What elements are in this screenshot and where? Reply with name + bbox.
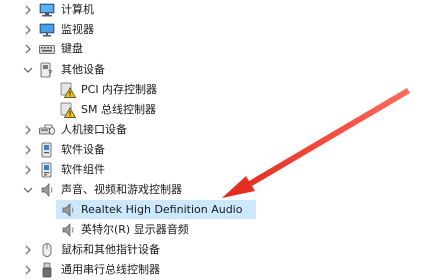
tree-item-label: 键盘 <box>61 42 83 55</box>
hid-icon <box>39 124 55 135</box>
tree-item-pci-memory-controller[interactable]: PCI 内存控制器 <box>0 80 432 100</box>
tree-item-label: Realtek High Definition Audio <box>81 203 243 216</box>
chevron-right-icon[interactable] <box>23 165 33 175</box>
chevron-right-icon[interactable] <box>23 245 33 255</box>
software-device-icon <box>41 142 52 158</box>
speaker-icon <box>62 203 74 217</box>
speaker-icon <box>41 183 53 197</box>
usb-icon <box>42 262 52 278</box>
keyboard-icon <box>39 45 55 54</box>
chevron-down-icon[interactable] <box>23 185 33 195</box>
tree-item-usb-controllers[interactable]: 通用串行总线控制器 <box>0 260 432 280</box>
tree-item-other-devices[interactable]: ? 其他设备 <box>0 60 432 80</box>
chevron-right-icon[interactable] <box>23 265 33 275</box>
tree-item-label: PCI 内存控制器 <box>81 83 158 96</box>
tree-item-software-devices[interactable]: 软件设备 <box>0 140 432 160</box>
tree-item-label: 鼠标和其他指针设备 <box>61 243 160 256</box>
monitor-icon <box>39 23 55 37</box>
unknown-device-icon: ? <box>40 62 52 78</box>
tree-item-computer[interactable]: 计算机 <box>0 0 432 20</box>
tree-item-sound-video-game[interactable]: 声音、视频和游戏控制器 <box>0 180 432 200</box>
tree-item-label: 软件设备 <box>61 143 105 156</box>
tree-item-software-components[interactable]: 软件组件 <box>0 160 432 180</box>
tree-item-label: 声音、视频和游戏控制器 <box>61 183 182 196</box>
tree-item-keyboard[interactable]: 键盘 <box>0 39 432 59</box>
tree-item-monitor[interactable]: 监视器 <box>0 20 432 40</box>
warning-device-icon <box>60 82 76 98</box>
tree-item-label: 人机接口设备 <box>61 123 127 136</box>
chevron-right-icon[interactable] <box>23 145 33 155</box>
software-component-icon <box>41 162 52 178</box>
tree-item-label: 软件组件 <box>61 163 105 176</box>
chevron-right-icon[interactable] <box>23 25 33 35</box>
tree-item-label: 监视器 <box>61 23 94 36</box>
tree-item-label: 英特尔(R) 显示器音频 <box>81 223 189 236</box>
chevron-right-icon[interactable] <box>23 125 33 135</box>
tree-item-label: 通用串行总线控制器 <box>61 263 160 276</box>
chevron-right-icon[interactable] <box>23 5 33 15</box>
tree-item-label: SM 总线控制器 <box>81 103 156 116</box>
computer-icon <box>39 3 55 17</box>
tree-item-realtek-audio[interactable]: Realtek High Definition Audio <box>0 200 432 220</box>
speaker-icon <box>62 223 74 237</box>
warning-device-icon <box>60 102 76 118</box>
tree-item-intel-display-audio[interactable]: 英特尔(R) 显示器音频 <box>0 220 432 240</box>
tree-item-label: 计算机 <box>61 3 94 16</box>
svg-text:?: ? <box>48 69 52 78</box>
chevron-right-icon[interactable] <box>23 44 33 54</box>
device-tree: 计算机 监视器 键盘 ? 其他设备 PCI 内存控制器 SM 总线控制器 人机接… <box>0 0 432 279</box>
tree-item-mice[interactable]: 鼠标和其他指针设备 <box>0 240 432 260</box>
tree-item-sm-bus-controller[interactable]: SM 总线控制器 <box>0 100 432 120</box>
tree-item-hid[interactable]: 人机接口设备 <box>0 120 432 140</box>
mouse-icon <box>42 243 52 257</box>
chevron-down-icon[interactable] <box>23 65 33 75</box>
tree-item-label: 其他设备 <box>61 63 105 76</box>
